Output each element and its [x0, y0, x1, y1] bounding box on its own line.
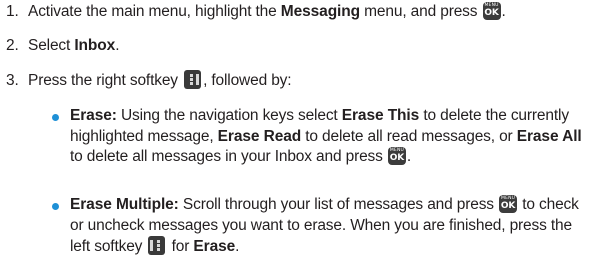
- menu-ok-key-icon: MENU OK: [387, 147, 406, 165]
- bold-term: Messaging: [280, 3, 361, 20]
- menu-ok-key-icon: MENU OK: [499, 195, 518, 213]
- step-number: 1.: [6, 3, 19, 20]
- step-3: 3. Press the right softkey , followed by:: [6, 70, 292, 89]
- bullet-dot: [52, 114, 59, 121]
- right-softkey-icon: [184, 70, 202, 89]
- bold-term: Inbox: [74, 37, 116, 54]
- left-softkey-icon: [148, 236, 166, 255]
- instruction-page: 1. Activate the main menu, highlight the …: [0, 0, 594, 280]
- step-number: 3.: [6, 72, 19, 89]
- step-number: 2.: [6, 37, 19, 54]
- bullet-erase-multiple: Erase Multiple: Scroll through your list…: [52, 195, 588, 258]
- step-1: 1. Activate the main menu, highlight the …: [6, 2, 506, 20]
- step-2: 2. Select Inbox.: [6, 37, 120, 54]
- bullet-dot: [52, 203, 59, 210]
- menu-ok-key-icon: MENU OK: [482, 2, 501, 20]
- bullet-erase: Erase: Using the navigation keys select …: [52, 106, 588, 168]
